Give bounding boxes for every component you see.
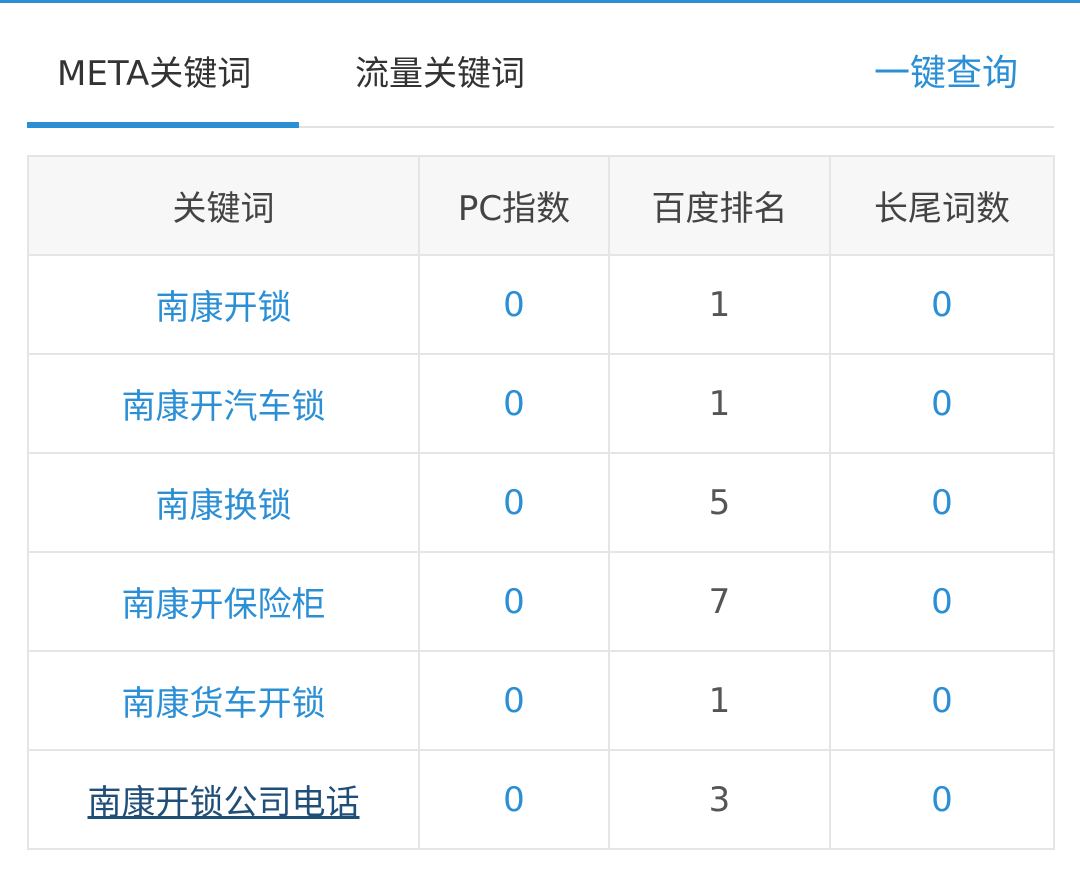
keyword-table: 关键词 PC指数 百度排名 长尾词数 南康开锁 0 1 0 南康开汽车锁 0 1…: [27, 155, 1055, 850]
table-header-row: 关键词 PC指数 百度排名 长尾词数: [27, 155, 1055, 256]
header-keyword: 关键词: [27, 155, 420, 256]
tab-meta-keywords[interactable]: META关键词: [57, 28, 251, 120]
tab-traffic-keywords[interactable]: 流量关键词: [355, 28, 525, 120]
header-baidu-rank: 百度排名: [608, 155, 831, 256]
active-tab-indicator: [27, 122, 299, 128]
keyword-link[interactable]: 南康开汽车锁: [27, 353, 420, 454]
pc-index-link[interactable]: 0: [418, 551, 610, 652]
pc-index-link[interactable]: 0: [418, 353, 610, 454]
table-row: 南康开锁 0 1 0: [27, 254, 1055, 355]
keyword-link[interactable]: 南康开锁: [27, 254, 420, 355]
tab-bar: META关键词 流量关键词 一键查询: [27, 28, 1054, 128]
keyword-link[interactable]: 南康开锁公司电话: [27, 749, 420, 850]
header-long-tail: 长尾词数: [829, 155, 1055, 256]
keyword-link[interactable]: 南康货车开锁: [27, 650, 420, 751]
long-tail-link[interactable]: 0: [829, 254, 1055, 355]
long-tail-link[interactable]: 0: [829, 650, 1055, 751]
one-click-query-link[interactable]: 一键查询: [874, 28, 1018, 120]
pc-index-link[interactable]: 0: [418, 650, 610, 751]
pc-index-link[interactable]: 0: [418, 452, 610, 553]
table-row: 南康开锁公司电话 0 3 0: [27, 749, 1055, 850]
keyword-link[interactable]: 南康开保险柜: [27, 551, 420, 652]
baidu-rank-value: 1: [608, 254, 831, 355]
baidu-rank-value: 1: [608, 650, 831, 751]
table-row: 南康开汽车锁 0 1 0: [27, 353, 1055, 454]
baidu-rank-value: 1: [608, 353, 831, 454]
table-row: 南康开保险柜 0 7 0: [27, 551, 1055, 652]
long-tail-link[interactable]: 0: [829, 452, 1055, 553]
keyword-link[interactable]: 南康换锁: [27, 452, 420, 553]
table-row: 南康换锁 0 5 0: [27, 452, 1055, 553]
pc-index-link[interactable]: 0: [418, 254, 610, 355]
header-pc-index: PC指数: [418, 155, 610, 256]
long-tail-link[interactable]: 0: [829, 551, 1055, 652]
top-accent-line: [0, 0, 1080, 3]
baidu-rank-value: 3: [608, 749, 831, 850]
baidu-rank-value: 5: [608, 452, 831, 553]
baidu-rank-value: 7: [608, 551, 831, 652]
table-row: 南康货车开锁 0 1 0: [27, 650, 1055, 751]
pc-index-link[interactable]: 0: [418, 749, 610, 850]
long-tail-link[interactable]: 0: [829, 749, 1055, 850]
long-tail-link[interactable]: 0: [829, 353, 1055, 454]
